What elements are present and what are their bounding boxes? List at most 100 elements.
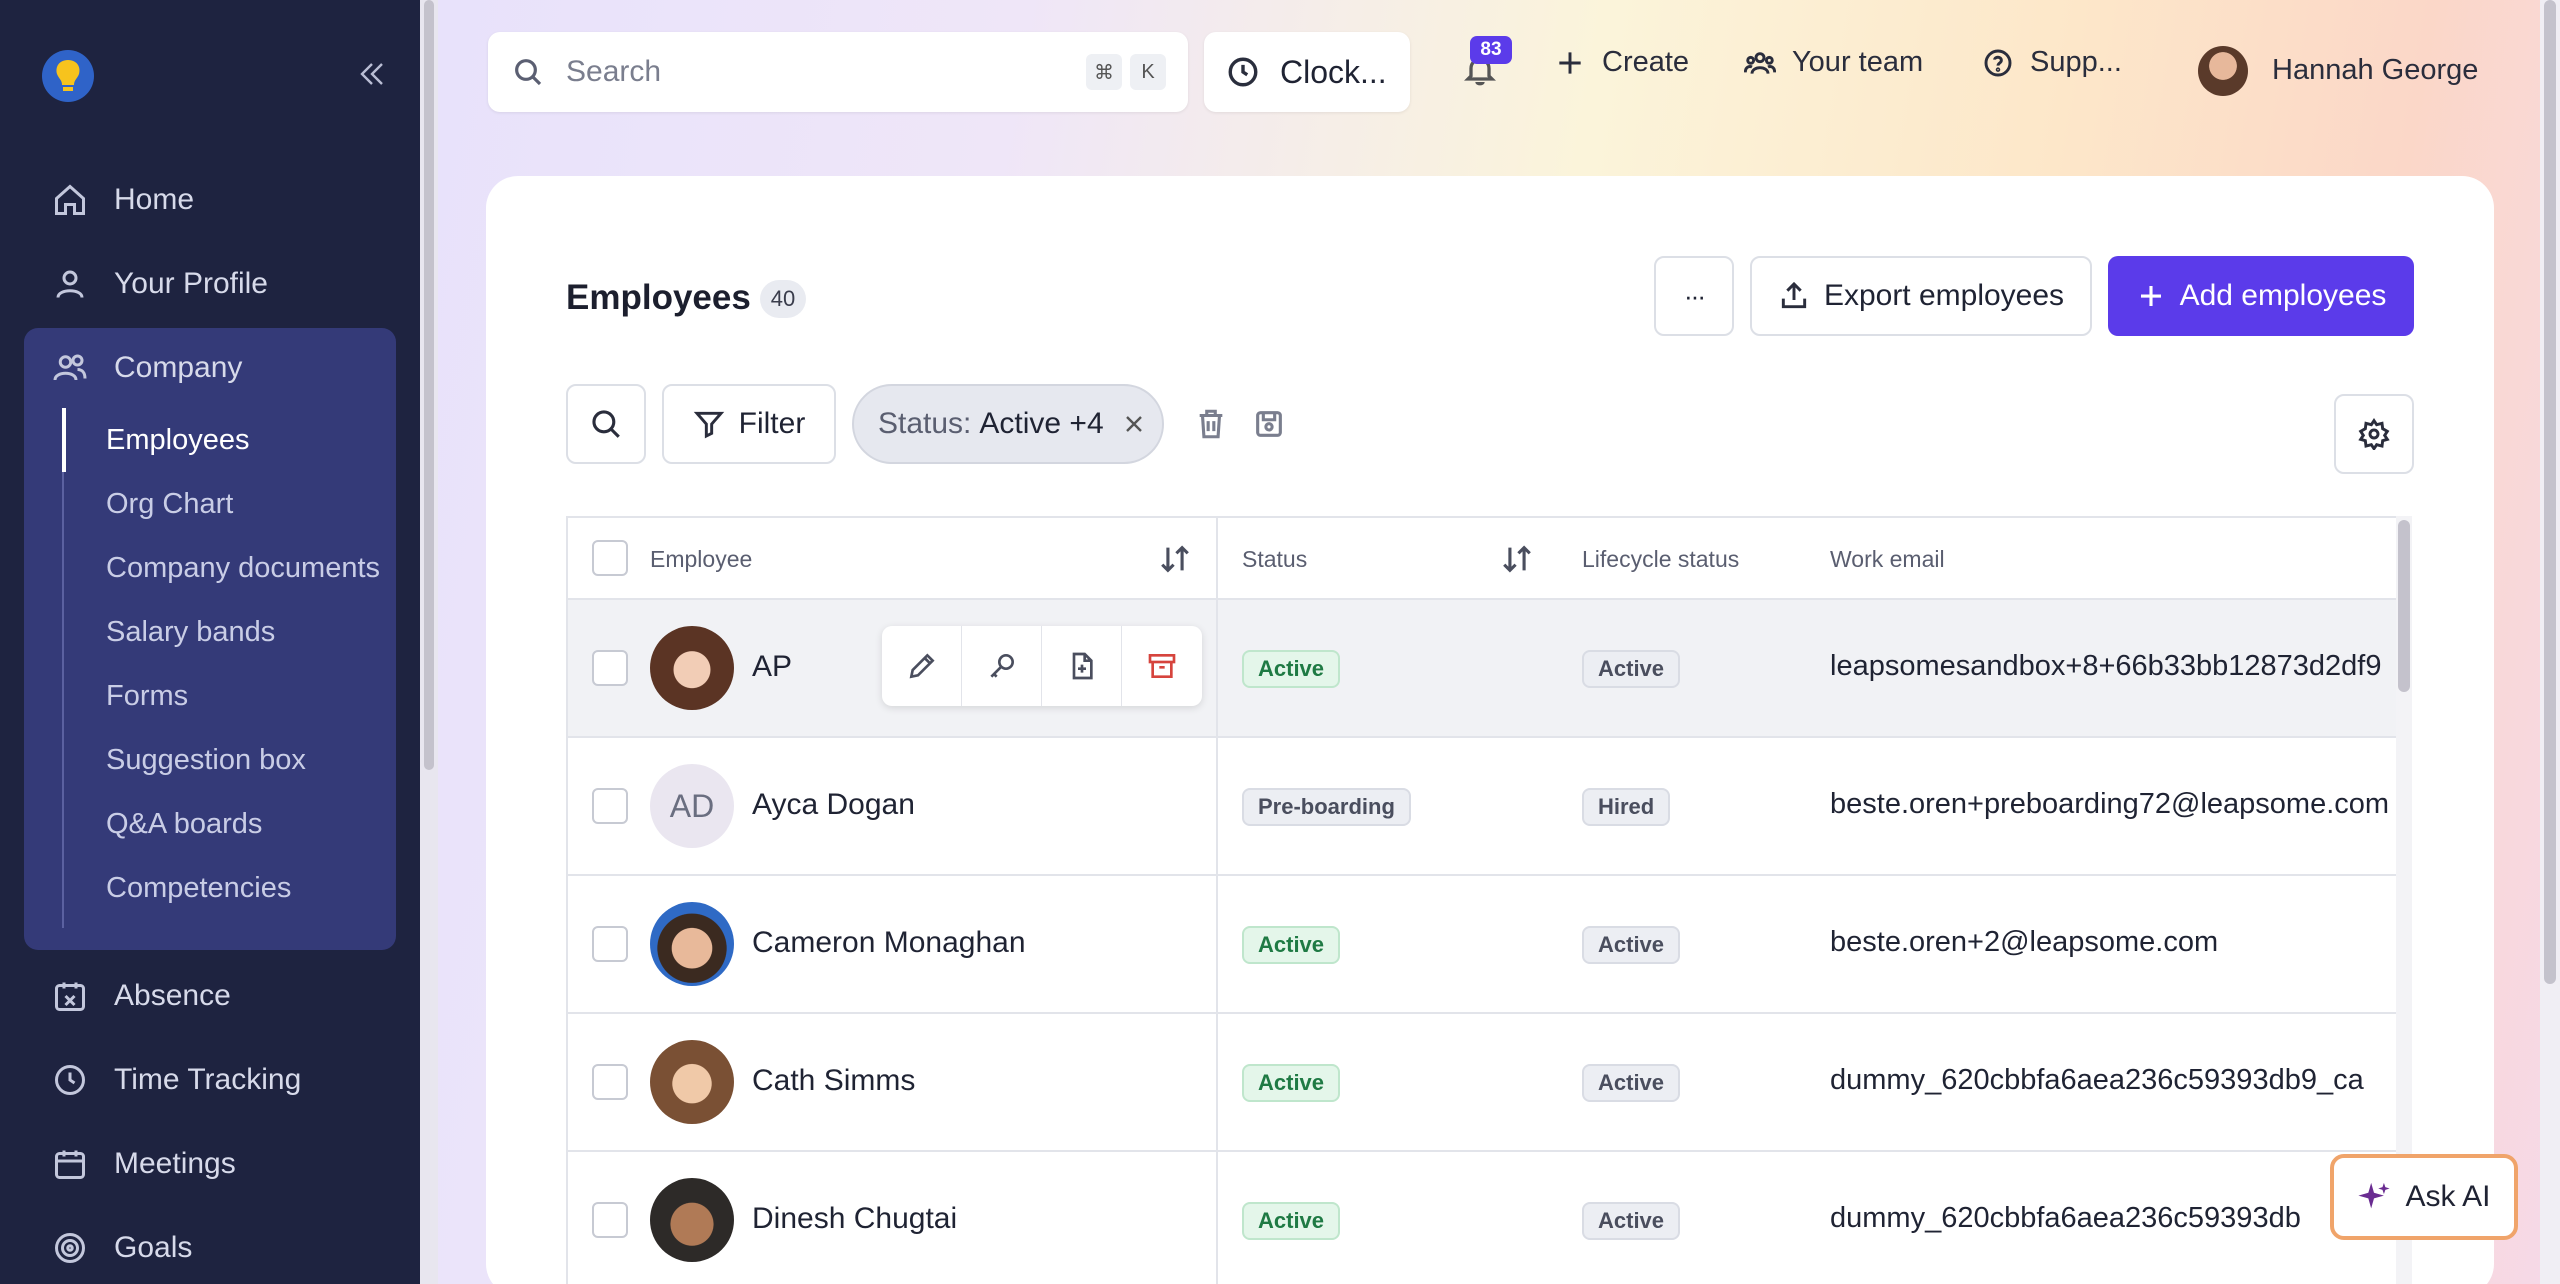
sidebar-item-label: Your Profile <box>114 267 268 300</box>
user-name[interactable]: Hannah George <box>2272 54 2478 87</box>
add-document-button[interactable] <box>1042 626 1122 706</box>
page-title: Employees <box>566 278 751 317</box>
sidebar-sub-employees[interactable]: Employees <box>106 424 249 457</box>
sidebar-sub-competencies[interactable]: Competencies <box>106 872 291 905</box>
sidebar-item-time-tracking[interactable]: Time Tracking <box>24 1042 396 1118</box>
select-all-checkbox[interactable] <box>592 540 628 576</box>
home-icon <box>55 184 85 215</box>
row-checkbox[interactable] <box>592 788 628 824</box>
table-scrollbar-thumb[interactable] <box>2398 520 2410 692</box>
team-icon <box>1744 51 1776 74</box>
row-checkbox[interactable] <box>592 1202 628 1238</box>
header-work-email[interactable]: Work email <box>1830 546 1945 573</box>
support-button[interactable]: Supp... <box>1982 46 2122 79</box>
sidebar-sub-qa-boards[interactable]: Q&A boards <box>106 808 262 841</box>
table-search-button[interactable] <box>566 384 646 464</box>
status-filter-chip[interactable]: Status: Active +4 <box>852 384 1164 464</box>
table-row[interactable]: Cath Simms Active Active dummy_620cbbfa6… <box>568 1014 2412 1152</box>
lifecycle-badge: Active <box>1582 650 1681 688</box>
your-team-button[interactable]: Your team <box>1744 46 1923 79</box>
table-row[interactable]: Dinesh Chugtai Active Active dummy_620cb… <box>568 1152 2412 1284</box>
row-checkbox[interactable] <box>592 650 628 686</box>
filter-button[interactable]: Filter <box>662 384 836 464</box>
page-scrollbar-thumb[interactable] <box>2544 0 2556 984</box>
table-header: Employee Status Lifecycle status Work em… <box>568 518 2412 600</box>
employee-name[interactable]: Cath Simms <box>752 1064 915 1098</box>
header-status[interactable]: Status <box>1242 546 1307 573</box>
sidebar-item-profile[interactable]: Your Profile <box>24 246 396 322</box>
sidebar-item-meetings[interactable]: Meetings <box>24 1126 396 1202</box>
search-icon <box>592 410 620 438</box>
add-employees-label: Add employees <box>2179 279 2387 312</box>
sidebar-sub-company-documents[interactable]: Company documents <box>106 552 380 585</box>
shortcut-key-cmd: ⌘ <box>1086 54 1122 90</box>
archive-button[interactable] <box>1122 626 1202 706</box>
archive-icon <box>1148 654 1176 678</box>
key-icon <box>989 654 1014 678</box>
export-employees-button[interactable]: Export employees <box>1750 256 2092 336</box>
sidebar-sub-suggestion-box[interactable]: Suggestion box <box>106 744 306 777</box>
app-logo[interactable] <box>42 50 94 102</box>
sidebar-item-home[interactable]: Home <box>24 162 396 238</box>
more-options-button[interactable]: ··· <box>1654 256 1734 336</box>
sidebar-item-label: Time Tracking <box>114 1063 302 1096</box>
sidebar-item-absence[interactable]: Absence <box>24 958 396 1034</box>
table-row[interactable]: AP Active Active leapsomesandbox+8+66b33… <box>568 600 2412 738</box>
add-employees-button[interactable]: Add employees <box>2108 256 2414 336</box>
lifecycle-badge: Hired <box>1582 788 1671 826</box>
close-icon[interactable] <box>1122 412 1146 436</box>
create-button[interactable]: Create <box>1554 46 1689 79</box>
your-team-label: Your team <box>1792 46 1924 78</box>
support-label: Supp... <box>2030 46 2122 78</box>
edit-button[interactable] <box>882 626 962 706</box>
user-avatar[interactable] <box>2198 46 2248 96</box>
avatar <box>650 626 734 710</box>
table-settings-button[interactable] <box>2334 394 2414 474</box>
search-input[interactable]: Search ⌘ K <box>488 32 1188 112</box>
row-actions <box>882 626 1202 706</box>
active-indicator <box>62 408 66 472</box>
more-icon: ··· <box>1684 280 1706 311</box>
sidebar-item-goals[interactable]: Goals <box>24 1210 396 1284</box>
sidebar-sub-forms[interactable]: Forms <box>106 680 188 713</box>
sidebar-scrollbar-thumb[interactable] <box>424 0 434 770</box>
sidebar-item-company[interactable]: Company <box>24 330 396 406</box>
table-row[interactable]: Cameron Monaghan Active Active beste.ore… <box>568 876 2412 1014</box>
sparkle-icon <box>2358 1182 2391 1209</box>
sidebar-item-label: Company <box>114 351 243 384</box>
users-icon <box>53 354 87 381</box>
employee-name[interactable]: Ayca Dogan <box>752 788 915 822</box>
row-checkbox[interactable] <box>592 1064 628 1100</box>
collapse-sidebar-icon[interactable] <box>352 54 392 94</box>
access-button[interactable] <box>962 626 1042 706</box>
target-icon <box>55 1233 85 1263</box>
sidebar-item-label: Absence <box>114 979 231 1012</box>
calendar-icon <box>55 1150 85 1179</box>
filter-icon <box>693 411 724 439</box>
avatar <box>650 902 734 986</box>
employee-name[interactable]: AP <box>752 650 792 684</box>
clock-in-button[interactable]: Clock... <box>1204 32 1410 112</box>
table-row[interactable]: AD Ayca Dogan Pre-boarding Hired beste.o… <box>568 738 2412 876</box>
search-icon <box>515 59 542 86</box>
clock-icon <box>1228 57 1258 87</box>
status-badge: Active <box>1242 1202 1341 1240</box>
work-email: leapsomesandbox+8+66b33bb12873d2df9 <box>1830 650 2382 682</box>
sort-icon[interactable] <box>1158 542 1192 576</box>
sort-icon[interactable] <box>1500 542 1534 576</box>
employee-name[interactable]: Cameron Monaghan <box>752 926 1026 960</box>
clock-icon <box>55 1065 85 1095</box>
save-icon[interactable] <box>1252 407 1286 441</box>
plus-icon <box>2140 286 2161 306</box>
row-checkbox[interactable] <box>592 926 628 962</box>
employee-name[interactable]: Dinesh Chugtai <box>752 1202 957 1236</box>
header-lifecycle-status[interactable]: Lifecycle status <box>1582 546 1739 573</box>
header-employee[interactable]: Employee <box>650 546 752 573</box>
sidebar-sub-salary-bands[interactable]: Salary bands <box>106 616 275 649</box>
trash-icon[interactable] <box>1194 407 1228 441</box>
avatar <box>650 1178 734 1262</box>
sidebar-sub-org-chart[interactable]: Org Chart <box>106 488 233 521</box>
ask-ai-button[interactable]: Ask AI <box>2330 1154 2518 1240</box>
chip-key: Status: <box>878 407 972 440</box>
user-icon <box>56 270 84 298</box>
